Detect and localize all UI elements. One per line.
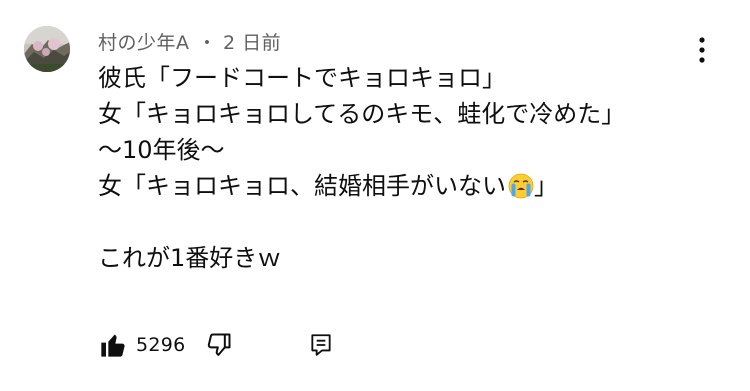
comment-body: 彼氏「フードコートでキョロキョロ」 女「キョロキョロしてるのキモ、蛙化で冷めた」… bbox=[98, 60, 708, 276]
comment-line: 彼氏「フードコートでキョロキョロ」 bbox=[98, 64, 506, 92]
comment-line: これが1番好きｗ bbox=[98, 244, 282, 272]
comment-line: 女「キョロキョロしてるのキモ、蛙化で冷めた」 bbox=[98, 100, 626, 128]
loudly-crying-face-icon bbox=[508, 173, 534, 209]
comment-thread: 村の少年A ・ 2 日前 彼氏「フードコートでキョロキョロ」 女「キョロキョロしてる… bbox=[0, 0, 750, 391]
comment-actions: 5296 bbox=[98, 327, 336, 363]
reply-button[interactable] bbox=[306, 328, 336, 362]
header-separator: ・ bbox=[197, 32, 218, 54]
thumbs-down-icon bbox=[207, 333, 231, 356]
comment-line-end: 」 bbox=[534, 172, 558, 200]
dislike-button[interactable] bbox=[204, 328, 234, 362]
comment-timestamp[interactable]: 2 日前 bbox=[223, 32, 281, 54]
comment-line-with-emoji: 女「キョロキョロ、結婚相手がいない 」 bbox=[98, 168, 708, 204]
like-button[interactable] bbox=[98, 328, 128, 362]
author-name[interactable]: 村の少年A bbox=[98, 32, 190, 54]
thumbs-up-icon bbox=[101, 334, 125, 357]
reply-icon bbox=[310, 334, 331, 356]
comment-line-text: 女「キョロキョロ、結婚相手がいない bbox=[98, 172, 506, 200]
comment-line: 〜10年後〜 bbox=[98, 136, 225, 164]
avatar-image bbox=[24, 26, 70, 72]
comment-header: 村の少年A ・ 2 日前 bbox=[98, 28, 281, 55]
like-count: 5296 bbox=[136, 334, 186, 356]
avatar[interactable] bbox=[24, 26, 70, 72]
